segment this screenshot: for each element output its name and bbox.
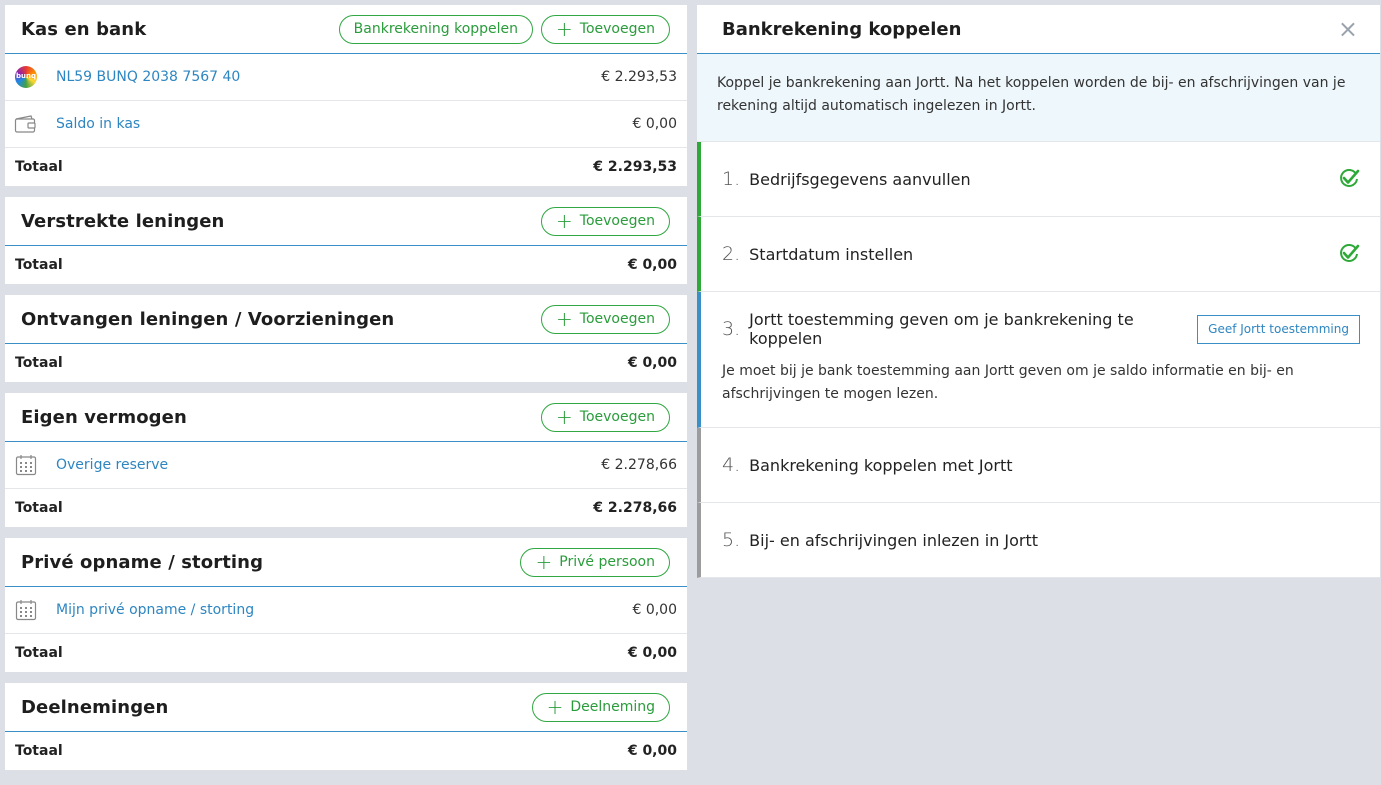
total-label: Totaal [15,743,63,759]
toevoegen-button[interactable]: + Toevoegen [541,206,670,236]
total-label: Totaal [15,500,63,516]
bankrekening-koppelen-button[interactable]: Bankrekening koppelen [338,14,534,44]
calendar-icon [13,452,39,478]
step-number: 2. [722,243,741,265]
card-title: Verstrekte leningen [21,210,225,232]
card-header: Privé opname / storting + Privé persoon [5,538,687,587]
account-amount: € 0,00 [632,116,677,132]
step-1: 1. Bedrijfsgegevens aanvullen [697,142,1380,217]
plus-icon: + [546,695,564,719]
panel-header: Bankrekening koppelen × [697,5,1380,54]
card-title: Ontvangen leningen / Voorzieningen [21,308,395,330]
wallet-icon [13,111,39,137]
bunq-logo-icon [13,64,39,90]
step-2: 2. Startdatum instellen [697,217,1380,292]
card-kas-en-bank: Kas en bank Bankrekening koppelen + Toev… [5,5,687,186]
card-header: Ontvangen leningen / Voorzieningen + Toe… [5,295,687,344]
balance-sheet-column: Kas en bank Bankrekening koppelen + Toev… [5,5,687,781]
toevoegen-button[interactable]: + Toevoegen [541,14,670,44]
check-icon [1340,169,1360,187]
card-header: Kas en bank Bankrekening koppelen + Toev… [5,5,687,54]
card-title: Eigen vermogen [21,406,187,428]
plus-icon: + [556,405,573,429]
account-link[interactable]: Overige reserve [56,457,601,473]
prive-persoon-label: Privé persoon [559,554,655,570]
total-amount: € 0,00 [627,645,677,661]
plus-icon: + [556,17,573,41]
total-label: Totaal [15,159,63,175]
toevoegen-label: Toevoegen [579,311,655,327]
card-verstrekte-leningen: Verstrekte leningen + Toevoegen Totaal €… [5,197,687,284]
bank-connect-panel: Bankrekening koppelen × Koppel je bankre… [697,5,1380,578]
prive-persoon-button[interactable]: + Privé persoon [520,547,670,577]
geef-toestemming-button[interactable]: Geef Jortt toestemming [1197,314,1360,344]
card-title: Kas en bank [21,18,147,40]
step-4: 4. Bankrekening koppelen met Jortt [697,428,1380,503]
total-label: Totaal [15,355,63,371]
card-title: Privé opname / storting [21,551,264,573]
card-deelnemingen: Deelnemingen + Deelneming Totaal € 0,00 [5,683,687,770]
toevoegen-label: Toevoegen [579,409,655,425]
card-header: Eigen vermogen + Toevoegen [5,393,687,442]
card-title: Deelnemingen [21,696,169,718]
total-amount: € 0,00 [627,743,677,759]
step-label: Bankrekening koppelen met Jortt [749,455,1013,475]
total-row: Totaal € 0,00 [5,246,687,284]
account-row: Overige reserve € 2.278,66 [5,442,687,489]
step-label: Bij- en afschrijvingen inlezen in Jortt [749,530,1039,550]
total-label: Totaal [15,645,63,661]
card-eigen-vermogen: Eigen vermogen + Toevoegen Overige reser… [5,393,687,527]
account-row: NL59 BUNQ 2038 7567 40 € 2.293,53 [5,54,687,101]
account-link[interactable]: NL59 BUNQ 2038 7567 40 [56,69,601,85]
total-label: Totaal [15,257,63,273]
plus-icon: + [556,209,573,233]
card-header: Verstrekte leningen + Toevoegen [5,197,687,246]
account-link[interactable]: Saldo in kas [56,116,632,132]
step-label: Jortt toestemming geven om je bankrekeni… [749,310,1134,348]
step-number: 5. [722,529,741,551]
card-prive-opname: Privé opname / storting + Privé persoon … [5,538,687,672]
total-amount: € 2.293,53 [593,159,677,175]
total-row: Totaal € 2.293,53 [5,148,687,186]
account-amount: € 2.293,53 [601,69,677,85]
step-number: 1. [722,168,741,190]
account-amount: € 0,00 [632,602,677,618]
total-amount: € 2.278,66 [593,500,677,516]
deelneming-label: Deelneming [570,699,655,715]
toevoegen-label: Toevoegen [579,21,655,37]
account-amount: € 2.278,66 [601,457,677,473]
total-row: Totaal € 2.278,66 [5,489,687,527]
step-number: 4. [722,454,741,476]
total-row: Totaal € 0,00 [5,634,687,672]
panel-intro: Koppel je bankrekening aan Jortt. Na het… [697,54,1380,142]
check-icon [1340,244,1360,262]
step-3: 3. Jortt toestemming geven om je bankrek… [697,292,1380,428]
account-link[interactable]: Mijn privé opname / storting [56,602,632,618]
plus-icon: + [535,550,553,574]
toevoegen-button[interactable]: + Toevoegen [541,304,670,334]
toevoegen-label: Toevoegen [579,213,655,229]
total-amount: € 0,00 [627,257,677,273]
close-icon[interactable]: × [1338,17,1358,41]
account-row: Saldo in kas € 0,00 [5,101,687,148]
step-5: 5. Bij- en afschrijvingen inlezen in Jor… [697,503,1380,578]
step-number: 3. [722,318,741,340]
card-ontvangen-leningen: Ontvangen leningen / Voorzieningen + Toe… [5,295,687,382]
panel-title: Bankrekening koppelen [722,18,962,40]
deelneming-button[interactable]: + Deelneming [531,692,670,722]
total-amount: € 0,00 [627,355,677,371]
calendar-icon [13,597,39,623]
step-label: Startdatum instellen [749,244,914,264]
step-label: Bedrijfsgegevens aanvullen [749,169,971,189]
plus-icon: + [556,307,573,331]
account-row: Mijn privé opname / storting € 0,00 [5,587,687,634]
total-row: Totaal € 0,00 [5,732,687,770]
card-header: Deelnemingen + Deelneming [5,683,687,732]
total-row: Totaal € 0,00 [5,344,687,382]
toevoegen-button[interactable]: + Toevoegen [541,402,670,432]
step-description: Je moet bij je bank toestemming aan Jort… [722,363,1294,402]
